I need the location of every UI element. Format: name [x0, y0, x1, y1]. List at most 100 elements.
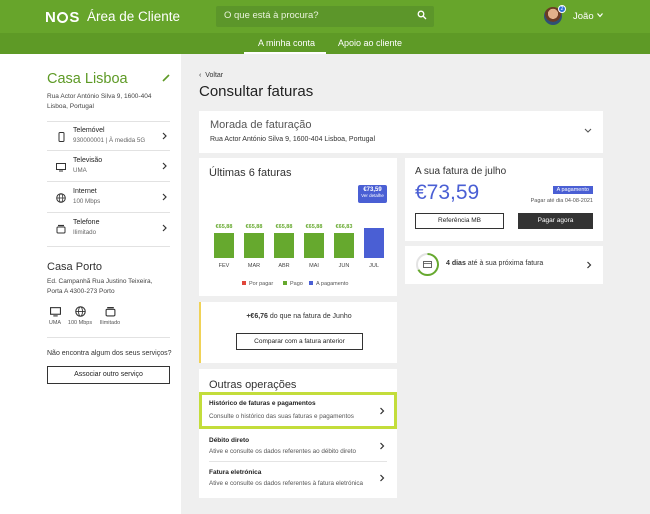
op-desc: Ative e consulte os dados referentes à f… — [209, 480, 364, 487]
service-internet[interactable]: Internet 100 Mbps — [47, 188, 172, 218]
chevron-right-icon — [162, 193, 167, 201]
tab-apoio-ao-cliente[interactable]: Apoio ao cliente — [338, 38, 402, 48]
invoice-bar-jul[interactable] — [364, 228, 384, 258]
bar-value-label: €66,83 — [335, 223, 353, 230]
bar-category-label: JUN — [338, 263, 350, 269]
tab-a-minha-conta[interactable]: A minha conta — [258, 38, 315, 48]
july-invoice-title: A sua fatura de julho — [415, 166, 507, 177]
chevron-right-icon — [587, 261, 592, 269]
globe-icon — [74, 306, 86, 317]
op-fatura-eletronica[interactable]: Fatura eletrónica Ative e consulte os da… — [199, 463, 397, 498]
op-name: Débito direto — [209, 437, 250, 444]
due-date: Pagar até dia 04-08-2021 — [530, 198, 593, 204]
divider — [47, 246, 170, 247]
landline-icon — [56, 224, 66, 234]
invoice-bar-abr[interactable] — [274, 233, 294, 258]
service-televisao[interactable]: Televisão UMA — [47, 157, 172, 187]
next-invoice-text: 4 dias até à sua próxima fatura — [446, 260, 543, 267]
other-operations-title: Outras operações — [209, 379, 297, 391]
user-name[interactable]: João — [573, 11, 594, 22]
chevron-right-icon — [380, 474, 385, 482]
invoice-bar-mai[interactable] — [304, 233, 324, 258]
legend-label: A pagamento — [316, 281, 349, 287]
top-header: NS Área de Cliente O que está à procura?… — [0, 0, 650, 33]
legend-swatch — [283, 281, 287, 285]
globe-icon — [56, 193, 66, 203]
bar-category-label: MAI — [309, 263, 319, 269]
service-detail: 930000001 | À medida 5G — [73, 137, 146, 144]
bar-category-label: FEV — [218, 263, 230, 269]
porto-service-internet[interactable]: 100 Mbps — [65, 306, 95, 326]
legend-label: Por pagar — [249, 281, 274, 287]
back-link[interactable]: ‹ Voltar — [199, 72, 223, 79]
chevron-down-icon[interactable] — [584, 127, 592, 134]
home-address-porto: Ed. Campanhã Rua Justino Teixeira, Porta… — [47, 278, 153, 295]
status-badge: A pagamento — [552, 186, 593, 194]
divider — [47, 181, 170, 182]
edit-icon[interactable] — [162, 74, 170, 82]
chevron-right-icon — [162, 162, 167, 170]
divider — [209, 461, 387, 462]
porto-service-telefone[interactable]: Ilimitado — [95, 306, 125, 326]
service-telemovel[interactable]: Telemóvel 930000001 | À medida 5G — [47, 127, 172, 157]
billing-address-title: Morada de faturação — [210, 119, 312, 131]
compare-card: +€6,76 do que na fatura de Junho Compara… — [199, 302, 397, 363]
mb-reference-button[interactable]: Referência MB — [415, 213, 504, 229]
next-invoice-card[interactable]: 4 dias até à sua próxima fatura — [405, 246, 603, 284]
invoice-bar-fev[interactable] — [214, 233, 234, 258]
compare-button[interactable]: Comparar com a fatura anterior — [236, 333, 363, 350]
search-input[interactable]: O que está à procura? — [216, 6, 434, 27]
divider — [47, 121, 170, 122]
landline-icon — [105, 306, 115, 317]
legend-por-pagar: Por pagar — [242, 281, 273, 287]
back-label: Voltar — [205, 72, 224, 79]
chevron-right-icon — [380, 407, 385, 415]
op-desc: Consulte o histórico das suas faturas e … — [209, 413, 354, 420]
divider — [47, 212, 170, 213]
legend-swatch — [242, 281, 246, 285]
home-title-porto: Casa Porto — [47, 261, 103, 273]
app-title: Área de Cliente — [87, 9, 181, 24]
porto-service-label: Ilimitado — [99, 320, 121, 326]
notification-badge: 2 — [558, 5, 566, 13]
last-invoices-card: Últimas 6 faturas €73,59 Ver detalhe Por… — [199, 158, 397, 296]
legend-swatch — [309, 281, 313, 285]
service-name: Telemóvel — [73, 127, 105, 134]
bar-value-label: €65,88 — [215, 224, 233, 231]
current-invoice-tooltip[interactable]: €73,59 Ver detalhe — [358, 185, 387, 203]
compare-rest: do que na fatura de Junho — [267, 313, 352, 320]
chevron-right-icon — [380, 442, 385, 450]
calendar-progress-icon — [416, 253, 439, 276]
legend-label: Pago — [290, 281, 303, 287]
bar-category-label: JUL — [369, 263, 379, 269]
last-invoices-title: Últimas 6 faturas — [209, 167, 292, 179]
tv-icon — [56, 163, 66, 172]
search-placeholder: O que está à procura? — [224, 10, 319, 21]
op-name: Fatura eletrónica — [209, 469, 262, 476]
chevron-right-icon — [162, 224, 167, 232]
page-title: Consultar faturas — [199, 83, 314, 100]
op-historico[interactable]: Histórico de faturas e pagamentos Consul… — [199, 392, 397, 429]
divider — [47, 150, 170, 151]
invoice-bar-jun[interactable] — [334, 232, 354, 258]
service-detail: UMA — [73, 167, 87, 174]
search-icon[interactable] — [417, 10, 427, 20]
bar-value-label: €65,88 — [305, 224, 323, 231]
porto-service-label: 100 Mbps — [67, 320, 93, 326]
chevron-down-icon[interactable] — [596, 11, 604, 19]
tooltip-detail-link[interactable]: Ver detalhe — [358, 193, 387, 198]
service-name: Televisão — [73, 157, 103, 164]
invoice-bar-mar[interactable] — [244, 233, 264, 258]
associate-service-button[interactable]: Associar outro serviço — [47, 366, 170, 384]
nos-logo[interactable]: NS — [45, 9, 80, 26]
legend-pago: Pago — [283, 281, 303, 287]
op-name: Histórico de faturas e pagamentos — [209, 400, 316, 407]
service-telefone[interactable]: Telefone Ilimitado — [47, 219, 172, 249]
compare-amount: +€6,76 — [246, 313, 268, 320]
pay-now-button[interactable]: Pagar agora — [518, 213, 593, 229]
bar-value-label: €65,88 — [275, 224, 293, 231]
tv-icon — [49, 307, 61, 317]
billing-address-card[interactable]: Morada de faturação Rua Actor António Si… — [199, 111, 603, 153]
bar-category-label: ABR — [278, 263, 290, 269]
legend-a-pagamento: A pagamento — [309, 281, 348, 287]
